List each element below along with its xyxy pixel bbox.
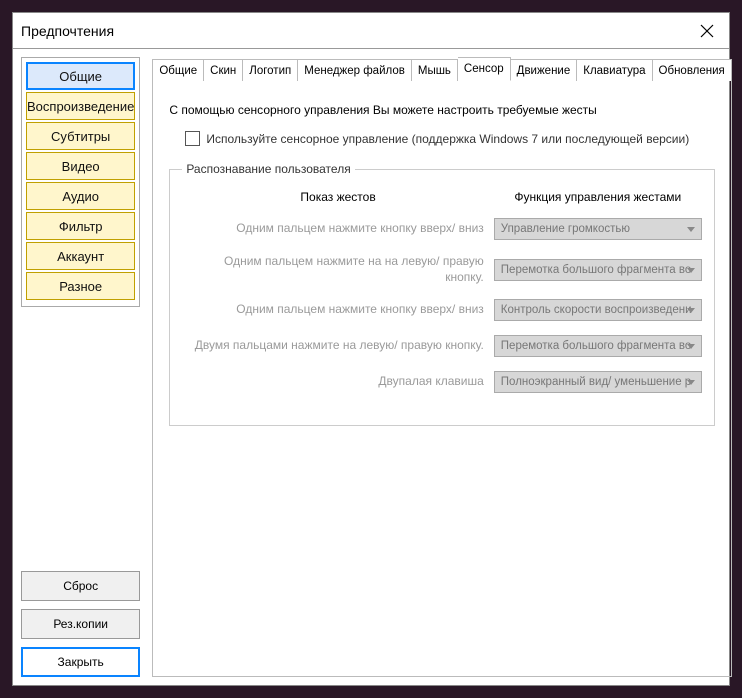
sensor-enable-row: Используйте сенсорное управление (поддер… xyxy=(185,131,714,146)
window-title: Предпочтения xyxy=(21,23,693,39)
sidebar-categories: Общие Воспроизведение Субтитры Видео Ауд… xyxy=(21,57,140,307)
sidebar-item-filter[interactable]: Фильтр xyxy=(26,212,135,240)
tab-filemanager[interactable]: Менеджер файлов xyxy=(298,59,412,81)
gesture-row-1: Одним пальцем нажмите на на левую/ праву… xyxy=(182,254,701,285)
gesture-combo-2[interactable]: Контроль скорости воспроизведени xyxy=(494,299,702,321)
sidebar-item-video[interactable]: Видео xyxy=(26,152,135,180)
sidebar: Общие Воспроизведение Субтитры Видео Ауд… xyxy=(21,57,140,677)
gesture-combo-3[interactable]: Перемотка большого фрагмента во xyxy=(494,335,702,357)
tabs: Общие Скин Логотип Менеджер файлов Мышь … xyxy=(152,57,731,81)
header-gesture-function: Функция управления жестами xyxy=(494,190,702,204)
sensor-info-text: С помощью сенсорного управления Вы может… xyxy=(169,103,714,117)
gesture-combo-1[interactable]: Перемотка большого фрагмента во xyxy=(494,259,702,281)
titlebar: Предпочтения xyxy=(13,13,729,49)
close-button[interactable]: Закрыть xyxy=(21,647,140,677)
sidebar-item-general[interactable]: Общие xyxy=(26,62,135,90)
sensor-enable-label: Используйте сенсорное управление (поддер… xyxy=(206,132,689,146)
header-gesture-show: Показ жестов xyxy=(182,190,493,204)
window-body: Общие Воспроизведение Субтитры Видео Ауд… xyxy=(13,49,729,685)
sidebar-item-account[interactable]: Аккаунт xyxy=(26,242,135,270)
gesture-label: Двумя пальцами нажмите на левую/ правую … xyxy=(182,338,483,354)
backup-button[interactable]: Рез.копии xyxy=(21,609,140,639)
tab-logo[interactable]: Логотип xyxy=(243,59,298,81)
main-panel: Общие Скин Логотип Менеджер файлов Мышь … xyxy=(152,57,731,677)
gesture-row-3: Двумя пальцами нажмите на левую/ правую … xyxy=(182,335,701,357)
gesture-label: Одним пальцем нажмите кнопку вверх/ вниз xyxy=(182,221,483,237)
gesture-combo-4[interactable]: Полноэкранный вид/ уменьшение р xyxy=(494,371,702,393)
sidebar-item-audio[interactable]: Аудио xyxy=(26,182,135,210)
tab-updates[interactable]: Обновления xyxy=(653,59,732,81)
sidebar-item-playback[interactable]: Воспроизведение xyxy=(26,92,135,120)
preferences-window: Предпочтения Общие Воспроизведение Субти… xyxy=(12,12,730,686)
tab-sensor[interactable]: Сенсор xyxy=(458,57,511,81)
gesture-label: Одним пальцем нажмите на на левую/ праву… xyxy=(182,254,483,285)
reset-button[interactable]: Сброс xyxy=(21,571,140,601)
close-icon[interactable] xyxy=(693,17,721,45)
sensor-enable-checkbox[interactable] xyxy=(185,131,200,146)
tab-skin[interactable]: Скин xyxy=(204,59,243,81)
gesture-row-4: Двупалая клавиша Полноэкранный вид/ умен… xyxy=(182,371,701,393)
group-legend: Распознавание пользователя xyxy=(182,162,354,176)
tab-keyboard[interactable]: Клавиатура xyxy=(577,59,652,81)
tab-content: С помощью сенсорного управления Вы может… xyxy=(152,80,731,677)
gesture-label: Одним пальцем нажмите кнопку вверх/ вниз xyxy=(182,302,483,318)
gesture-row-0: Одним пальцем нажмите кнопку вверх/ вниз… xyxy=(182,218,701,240)
tab-motion[interactable]: Движение xyxy=(511,59,578,81)
sidebar-item-subtitles[interactable]: Субтитры xyxy=(26,122,135,150)
gesture-combo-0[interactable]: Управление громкостью xyxy=(494,218,702,240)
sidebar-item-misc[interactable]: Разное xyxy=(26,272,135,300)
gesture-label: Двупалая клавиша xyxy=(182,374,483,390)
user-recognition-group: Распознавание пользователя Показ жестов … xyxy=(169,162,714,426)
tab-general[interactable]: Общие xyxy=(152,59,204,81)
sidebar-buttons: Сброс Рез.копии Закрыть xyxy=(21,571,140,677)
gesture-row-2: Одним пальцем нажмите кнопку вверх/ вниз… xyxy=(182,299,701,321)
gesture-headers: Показ жестов Функция управления жестами xyxy=(182,190,701,204)
tab-mouse[interactable]: Мышь xyxy=(412,59,458,81)
